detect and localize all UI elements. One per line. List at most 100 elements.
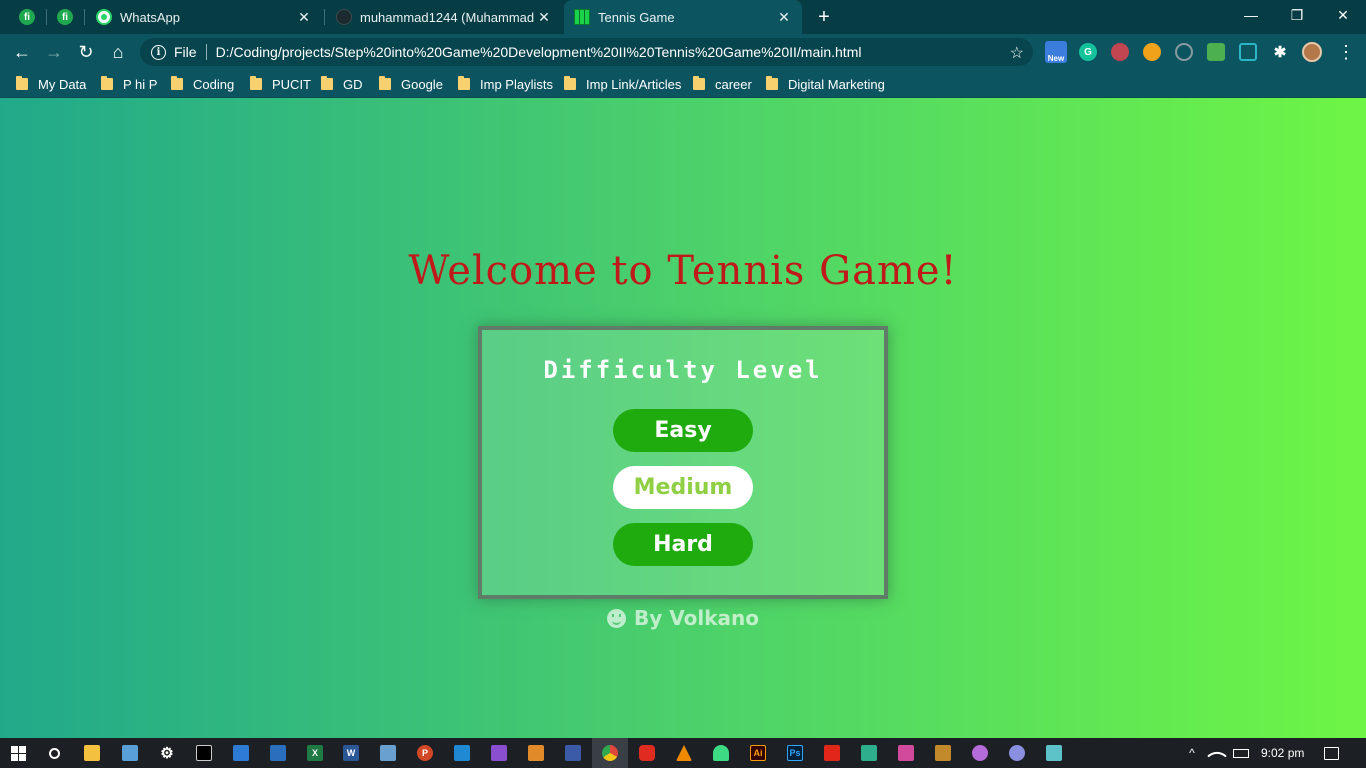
clock[interactable]: 9:02 pm [1261, 738, 1304, 768]
tab-title: WhatsApp [120, 9, 180, 25]
youtube-icon[interactable] [629, 738, 665, 768]
home-button[interactable]: ⌂ [104, 38, 132, 66]
bookmark-label: Coding [193, 76, 235, 92]
forward-button[interactable]: → [40, 38, 68, 66]
windows-start-icon[interactable] [0, 738, 36, 768]
battery-icon[interactable] [1233, 738, 1249, 768]
medium-button[interactable]: Medium [613, 466, 753, 509]
app-icon[interactable] [851, 738, 887, 768]
puzzle-icon[interactable]: ✱ [1271, 43, 1289, 61]
bookmark-label: GD [343, 76, 363, 92]
search-icon[interactable] [36, 738, 72, 768]
grammarly-icon[interactable]: G [1079, 43, 1097, 61]
site-info-icon[interactable]: i [151, 44, 166, 60]
easy-button[interactable]: Easy [613, 409, 753, 452]
bookmark-coding[interactable]: Coding [171, 75, 234, 93]
app-icon[interactable] [888, 738, 924, 768]
bookmark-label: career [715, 76, 752, 92]
show-hidden-icons-button[interactable]: ^ [1184, 738, 1200, 768]
bookmark-gd[interactable]: GD [321, 75, 363, 93]
tab-strip: fi fi WhatsApp ✕ muhammad1244 (Muhammad … [0, 0, 1366, 34]
whatsapp-icon [96, 9, 112, 25]
notifications-icon[interactable] [1324, 738, 1339, 768]
new-extension-icon[interactable]: New [1045, 41, 1067, 63]
excel-icon[interactable]: X [297, 738, 333, 768]
extension-icon[interactable] [1111, 43, 1129, 61]
credit-line: By Volkano [0, 606, 1366, 630]
bookmark-imp-playlists[interactable]: Imp Playlists [458, 75, 553, 93]
folder-icon [250, 76, 262, 90]
pinned-tab[interactable]: fi [8, 0, 46, 34]
outlook-icon[interactable] [223, 738, 259, 768]
fiverr-icon: fi [57, 9, 73, 25]
cmd-icon[interactable] [186, 738, 222, 768]
tab-tennis-game[interactable]: Tennis Game ✕ [564, 0, 802, 34]
restore-button[interactable]: ❐ [1274, 0, 1320, 30]
bookmark-p-hi-p[interactable]: P hi P [101, 75, 157, 93]
acrobat-icon[interactable] [814, 738, 850, 768]
photoshop-icon[interactable]: Ps [777, 738, 813, 768]
word-icon[interactable]: W [333, 738, 369, 768]
close-tab-icon[interactable]: ✕ [534, 7, 554, 27]
photos-icon[interactable] [112, 738, 148, 768]
windows-taskbar: ⚙ X W P Ai Ps ^ 9:02 pm [0, 738, 1366, 768]
folder-icon [321, 76, 333, 90]
extension-icon[interactable] [1239, 43, 1257, 61]
menu-button[interactable]: ⋮ [1332, 38, 1360, 66]
powershell-icon[interactable] [260, 738, 296, 768]
close-tab-icon[interactable]: ✕ [774, 7, 794, 27]
browser-toolbar: ← → ↻ ⌂ i File D:/Coding/projects/Step%2… [0, 34, 1366, 70]
vlc-icon[interactable] [666, 738, 702, 768]
address-bar[interactable]: i File D:/Coding/projects/Step%20into%20… [140, 38, 1033, 66]
bookmark-star-icon[interactable]: ☆ [1010, 43, 1024, 63]
folder-icon [458, 76, 470, 90]
hard-button[interactable]: Hard [613, 523, 753, 566]
url-text[interactable]: D:/Coding/projects/Step%20into%20Game%20… [216, 44, 862, 60]
file-explorer-icon[interactable] [74, 738, 110, 768]
bookmark-pucit[interactable]: PUCIT [250, 75, 311, 93]
avatar[interactable] [1302, 42, 1322, 62]
tab-whatsapp[interactable]: WhatsApp ✕ [86, 0, 322, 34]
bookmark-imp-links[interactable]: Imp Link/Articles [564, 75, 681, 93]
new-tab-button[interactable]: + [812, 5, 836, 29]
minimize-button[interactable]: — [1228, 0, 1274, 30]
notepad-icon[interactable] [370, 738, 406, 768]
divider [205, 44, 207, 60]
tab-github[interactable]: muhammad1244 (Muhammad A ✕ [326, 0, 562, 34]
bookmark-digital-marketing[interactable]: Digital Marketing [766, 75, 885, 93]
app-icon[interactable] [555, 738, 591, 768]
bookmark-google[interactable]: Google [379, 75, 443, 93]
back-button[interactable]: ← [8, 38, 36, 66]
settings-icon[interactable]: ⚙ [149, 738, 185, 768]
pinned-tab[interactable]: fi [46, 0, 84, 34]
bookmark-my-data[interactable]: My Data [16, 75, 86, 93]
app-icon[interactable] [999, 738, 1035, 768]
tab-title: muhammad1244 (Muhammad A [360, 9, 534, 25]
app-icon[interactable] [1036, 738, 1072, 768]
close-window-button[interactable]: ✕ [1320, 0, 1366, 30]
powerpoint-icon[interactable]: P [407, 738, 443, 768]
android-icon[interactable] [703, 738, 739, 768]
visual-studio-icon[interactable] [481, 738, 517, 768]
reload-button[interactable]: ↻ [72, 38, 100, 66]
extension-icon[interactable] [1143, 43, 1161, 61]
extension-icon[interactable] [1175, 43, 1193, 61]
bookmark-label: Imp Playlists [480, 76, 553, 92]
extension-icon[interactable] [1207, 43, 1225, 61]
bookmark-label: P hi P [123, 76, 158, 92]
app-icon[interactable] [962, 738, 998, 768]
chrome-icon[interactable] [592, 738, 628, 768]
folder-icon [564, 76, 576, 90]
bookmark-career[interactable]: career [693, 75, 752, 93]
tab-title: Tennis Game [598, 9, 675, 25]
wifi-icon[interactable] [1207, 738, 1227, 768]
difficulty-panel: Difficulty Level Easy Medium Hard [478, 326, 888, 599]
app-icon[interactable] [925, 738, 961, 768]
folder-icon [766, 76, 778, 90]
close-tab-icon[interactable]: ✕ [294, 7, 314, 27]
bookmarks-bar: My Data P hi P Coding PUCIT GD Google Im… [0, 70, 1366, 98]
sublime-icon[interactable] [518, 738, 554, 768]
illustrator-icon[interactable]: Ai [740, 738, 776, 768]
vscode-icon[interactable] [444, 738, 480, 768]
folder-icon [171, 76, 183, 90]
